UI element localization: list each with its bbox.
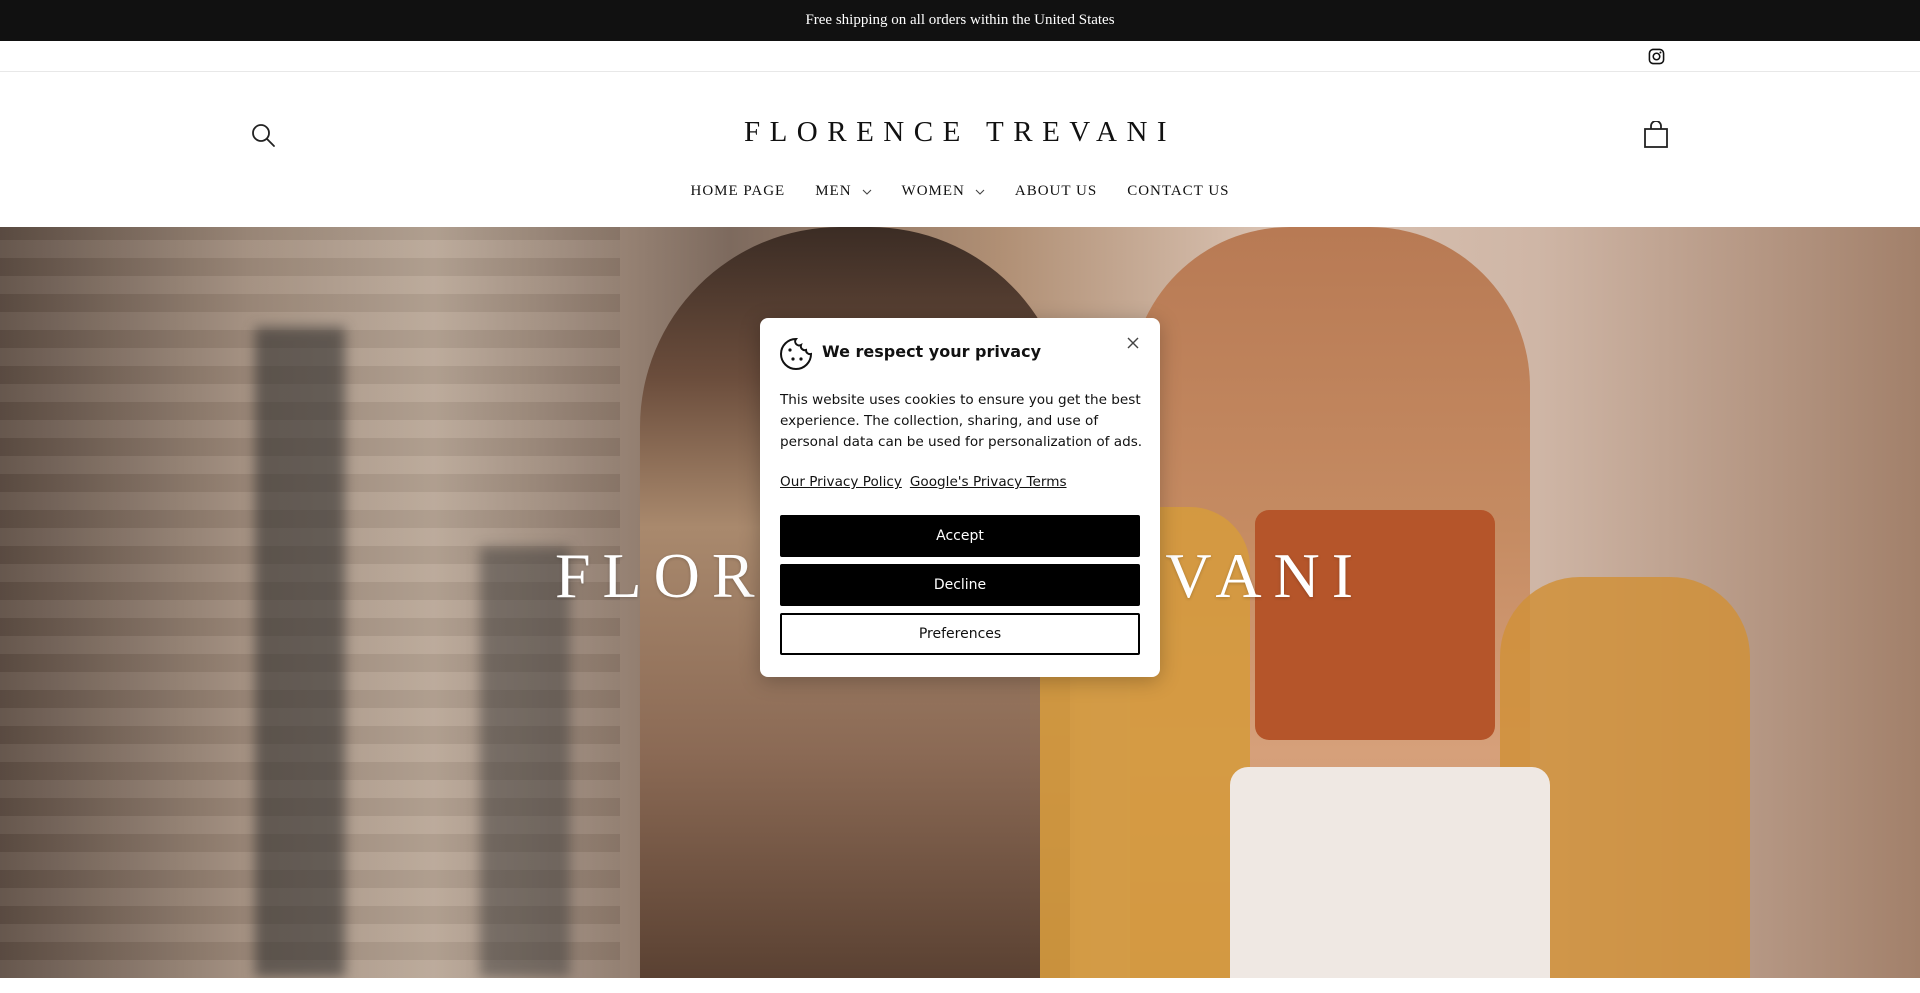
chevron-down-icon xyxy=(975,189,985,195)
nav-item-label: MEN xyxy=(815,183,852,199)
announcement-text: Free shipping on all orders within the U… xyxy=(805,12,1115,28)
nav-item-label: CONTACT US xyxy=(1127,183,1230,199)
cart-icon[interactable] xyxy=(1643,121,1669,149)
cookie-consent-dialog: We respect your privacy This website use… xyxy=(760,318,1160,677)
preferences-button[interactable]: Preferences xyxy=(780,613,1140,655)
cookie-dialog-body: This website uses cookies to ensure you … xyxy=(780,392,1143,450)
cookie-icon xyxy=(780,337,813,370)
announcement-bar: Free shipping on all orders within the U… xyxy=(0,0,1920,41)
nav-item-label: WOMEN xyxy=(901,183,965,199)
decline-button[interactable]: Decline xyxy=(780,564,1140,606)
nav-item-women[interactable]: WOMEN xyxy=(902,183,985,200)
hero-jeans xyxy=(1230,767,1550,978)
site-header: FLORENCE TREVANI HOME PAGE MEN WOMEN ABO… xyxy=(0,72,1920,227)
nav-item-home-page[interactable]: HOME PAGE xyxy=(690,183,785,200)
site-logo[interactable]: FLORENCE TREVANI xyxy=(0,116,1920,149)
main-nav: HOME PAGE MEN WOMEN ABOUT US CONTACT US xyxy=(0,183,1920,200)
nav-item-label: ABOUT US xyxy=(1014,183,1098,199)
privacy-policy-link[interactable]: Our Privacy Policy xyxy=(780,474,902,490)
google-privacy-terms-link[interactable]: Google's Privacy Terms xyxy=(910,474,1067,490)
nav-item-about-us[interactable]: ABOUT US xyxy=(1015,183,1097,200)
instagram-icon[interactable] xyxy=(1648,48,1665,65)
utility-bar xyxy=(0,41,1920,72)
nav-item-men[interactable]: MEN xyxy=(815,183,871,200)
hero-window xyxy=(255,327,345,977)
nav-item-label: HOME PAGE xyxy=(690,183,786,199)
close-icon[interactable] xyxy=(1125,335,1141,351)
cookie-dialog-title: We respect your privacy xyxy=(822,342,1042,361)
nav-item-contact-us[interactable]: CONTACT US xyxy=(1127,183,1229,200)
cookie-dialog-links: Our Privacy Policy Google's Privacy Term… xyxy=(780,474,1067,490)
accept-button[interactable]: Accept xyxy=(780,515,1140,557)
chevron-down-icon xyxy=(862,189,871,195)
